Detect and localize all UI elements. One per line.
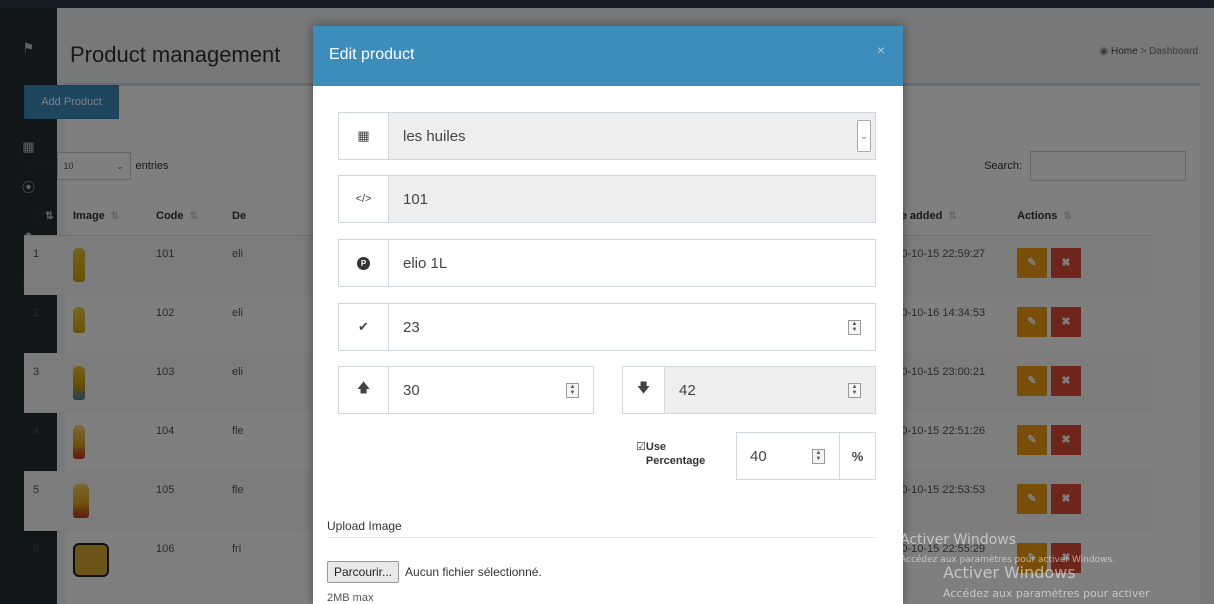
browse-button[interactable]: Parcourir...: [327, 561, 400, 583]
category-text: les huiles: [403, 127, 466, 145]
name-input[interactable]: elio 1L: [389, 240, 875, 286]
use-percentage-checkbox[interactable]: ☑Use Percentage: [636, 440, 716, 468]
divider: [327, 537, 875, 538]
watermark-text: Accédez aux paramètres pour activer: [943, 587, 1150, 600]
product-icon: P: [339, 240, 389, 286]
quantity-field: ✔ 23 ▲ ▼: [338, 303, 876, 351]
arrow-up-icon: 🡅: [339, 367, 389, 413]
quantity-value: 23: [403, 318, 420, 336]
watermark-title: Activer Windows: [943, 563, 1076, 582]
price-up-field: 🡅 30 ▲ ▼: [338, 366, 594, 414]
category-select[interactable]: ▦ les huiles ⌄: [338, 112, 876, 160]
watermark-title: Activer Windows: [900, 532, 1017, 548]
close-icon[interactable]: ×: [877, 42, 885, 58]
quantity-input[interactable]: 23 ▲ ▼: [389, 304, 875, 350]
edit-product-modal: Edit product × ▦ les huiles ⌄ </> 101 P …: [313, 26, 903, 604]
code-icon: </>: [339, 176, 389, 222]
chevron-down-icon: ⌄: [857, 120, 871, 152]
check-icon: ✔: [339, 304, 389, 350]
percentage-field: 40 ▲ ▼ %: [736, 432, 876, 480]
price-down-stepper[interactable]: ▲ ▼: [848, 382, 861, 398]
arrow-down-icon: 🡇: [623, 367, 665, 413]
code-field: </> 101: [338, 175, 876, 223]
price-down-field: 🡇 42 ▲ ▼: [622, 366, 876, 414]
percentage-stepper[interactable]: ▲ ▼: [812, 448, 825, 464]
no-file-label: Aucun fichier sélectionné.: [405, 565, 542, 579]
max-size-hint: 2MB max: [327, 592, 374, 604]
category-value: les huiles ⌄: [389, 113, 875, 159]
file-input: Parcourir... Aucun fichier sélectionné.: [327, 561, 542, 583]
price-up-value: 30: [403, 381, 420, 399]
price-down-value: 42: [679, 381, 696, 399]
price-up-stepper[interactable]: ▲ ▼: [566, 382, 579, 398]
name-field: P elio 1L: [338, 239, 876, 287]
upload-label: Upload Image: [327, 519, 402, 533]
grid-icon: ▦: [339, 113, 389, 159]
percent-sign: %: [839, 433, 875, 479]
checkbox-icon: ☑: [636, 441, 646, 453]
modal-header: Edit product ×: [313, 26, 903, 86]
price-down-input[interactable]: 42 ▲ ▼: [665, 367, 875, 413]
use-percentage-label: Use Percentage: [645, 441, 706, 467]
percentage-input[interactable]: 40 ▲ ▼: [737, 433, 839, 479]
price-up-input[interactable]: 30 ▲ ▼: [389, 367, 593, 413]
percentage-value: 40: [750, 447, 767, 465]
modal-title: Edit product: [329, 46, 415, 63]
code-input[interactable]: 101: [389, 176, 875, 222]
quantity-stepper[interactable]: ▲ ▼: [848, 319, 861, 335]
